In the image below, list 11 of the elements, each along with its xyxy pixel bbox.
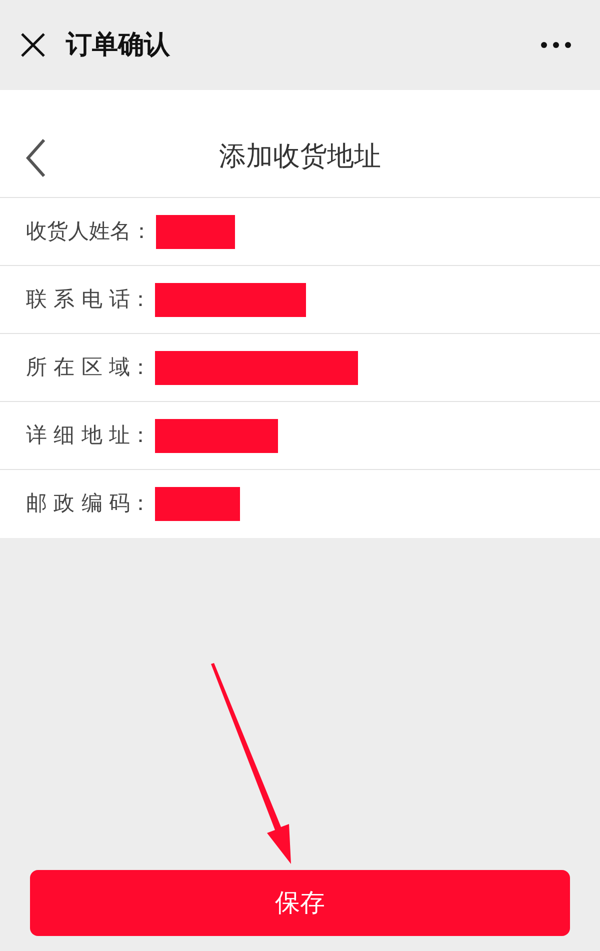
field-label: 联 系 电 话：: [26, 286, 152, 313]
field-label: 详 细 地 址：: [26, 422, 152, 449]
field-label: 收货人姓名：: [26, 218, 152, 245]
field-label: 邮 政 编 码：: [26, 490, 152, 518]
page-title: 添加收货地址: [219, 140, 381, 174]
field-label: 所 在 区 域：: [26, 354, 152, 381]
window-title: 订单确认: [66, 28, 170, 62]
back-icon[interactable]: [24, 138, 48, 178]
save-button[interactable]: 保存: [30, 870, 570, 936]
close-icon[interactable]: [20, 32, 46, 58]
more-icon[interactable]: [540, 41, 572, 49]
